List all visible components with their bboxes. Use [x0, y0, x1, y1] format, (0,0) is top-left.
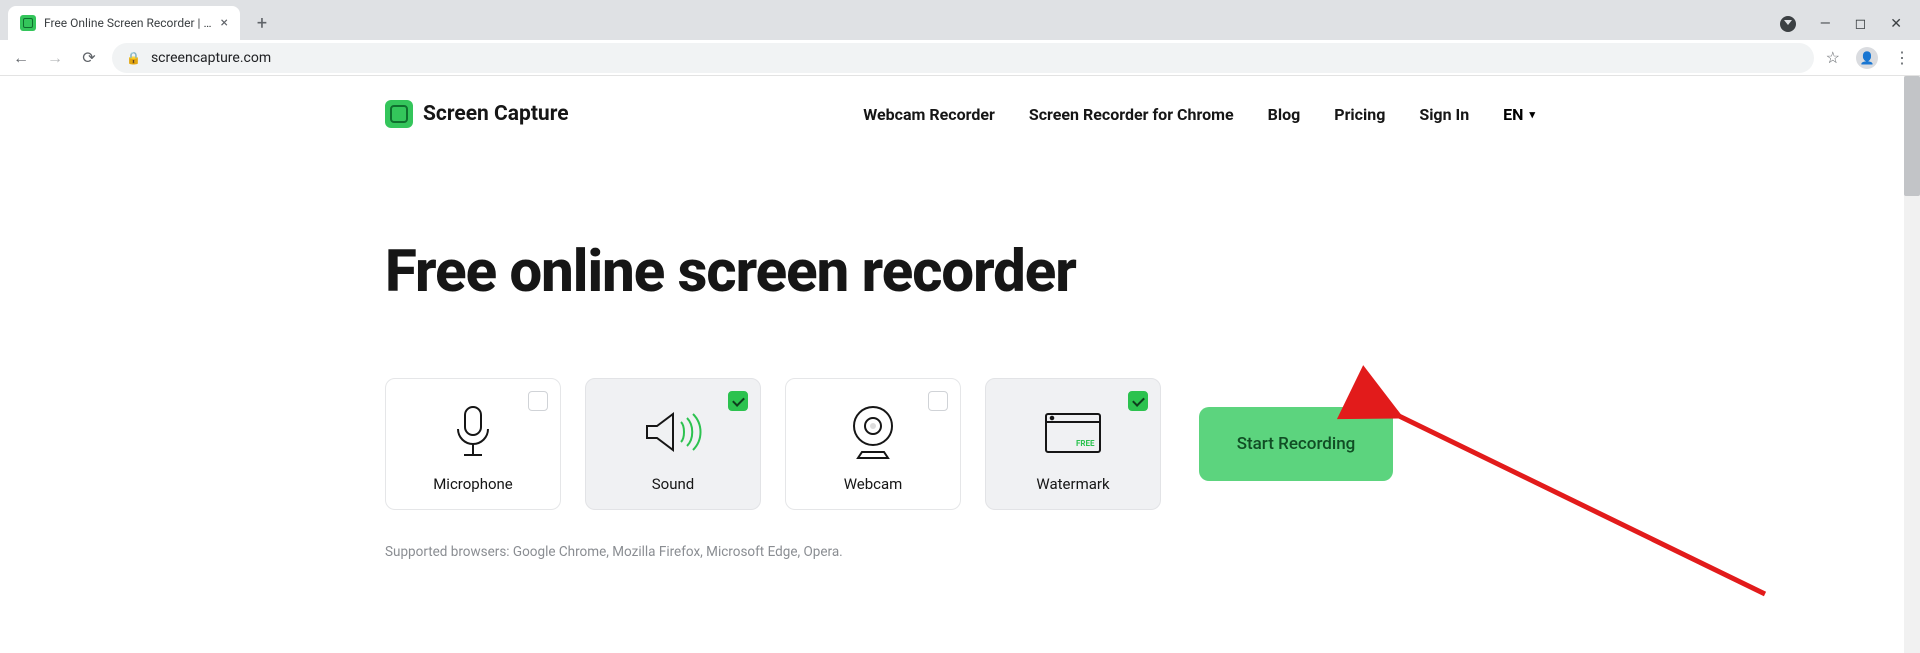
option-watermark[interactable]: FREE Watermark	[985, 378, 1161, 510]
kebab-menu-icon[interactable]: ⋮	[1894, 48, 1910, 67]
minimize-icon[interactable]: —	[1820, 16, 1831, 32]
webcam-icon	[848, 403, 898, 461]
new-tab-button[interactable]: +	[248, 9, 276, 37]
language-selector[interactable]: EN ▾	[1503, 105, 1535, 124]
site-header: Screen Capture Webcam Recorder Screen Re…	[385, 82, 1535, 146]
bookmark-star-icon[interactable]: ☆	[1826, 48, 1840, 67]
option-label: Watermark	[1036, 475, 1109, 493]
logo-icon	[385, 100, 413, 128]
option-webcam[interactable]: Webcam	[785, 378, 961, 510]
reload-icon[interactable]: ⟳	[78, 48, 100, 67]
address-bar[interactable]: 🔒 screencapture.com	[112, 43, 1814, 73]
browser-tab[interactable]: Free Online Screen Recorder | Fre ×	[8, 6, 240, 40]
option-label: Sound	[652, 475, 694, 493]
nav-chrome-recorder[interactable]: Screen Recorder for Chrome	[1029, 105, 1234, 124]
option-label: Webcam	[844, 475, 903, 493]
watermark-icon: FREE	[1044, 403, 1102, 461]
checkbox-sound[interactable]	[728, 391, 748, 411]
checkbox-microphone[interactable]	[528, 391, 548, 411]
recording-options: Microphone Sound	[385, 378, 1535, 510]
tab-title: Free Online Screen Recorder | Fre	[44, 16, 213, 30]
maximize-icon[interactable]: ◻	[1855, 16, 1867, 32]
extension-icon[interactable]	[1780, 16, 1796, 32]
browser-tab-strip: Free Online Screen Recorder | Fre × + — …	[0, 0, 1920, 40]
close-window-icon[interactable]: ✕	[1890, 16, 1902, 32]
browser-toolbar: ← → ⟳ 🔒 screencapture.com ☆ 👤 ⋮	[0, 40, 1920, 76]
svg-text:FREE: FREE	[1076, 439, 1095, 448]
back-icon[interactable]: ←	[10, 48, 32, 68]
brand-name: Screen Capture	[423, 102, 569, 126]
url-text: screencapture.com	[151, 50, 271, 66]
nav-blog[interactable]: Blog	[1268, 105, 1301, 124]
option-microphone[interactable]: Microphone	[385, 378, 561, 510]
nav-webcam-recorder[interactable]: Webcam Recorder	[863, 105, 995, 124]
page-title: Free online screen recorder	[385, 238, 1535, 306]
profile-avatar-icon[interactable]: 👤	[1856, 47, 1878, 69]
option-label: Microphone	[433, 475, 513, 493]
lock-icon: 🔒	[126, 51, 141, 65]
chevron-down-icon: ▾	[1529, 108, 1535, 121]
option-sound[interactable]: Sound	[585, 378, 761, 510]
nav-signin[interactable]: Sign In	[1419, 105, 1469, 124]
primary-nav: Webcam Recorder Screen Recorder for Chro…	[863, 105, 1535, 124]
favicon-icon	[20, 15, 36, 31]
brand-logo[interactable]: Screen Capture	[385, 100, 569, 128]
checkbox-watermark[interactable]	[1128, 391, 1148, 411]
supported-browsers-text: Supported browsers: Google Chrome, Mozil…	[385, 544, 1535, 560]
tab-close-icon[interactable]: ×	[221, 15, 228, 31]
nav-pricing[interactable]: Pricing	[1334, 105, 1385, 124]
microphone-icon	[452, 403, 494, 461]
sound-icon	[643, 403, 703, 461]
forward-icon: →	[44, 48, 66, 68]
checkbox-webcam[interactable]	[928, 391, 948, 411]
language-label: EN	[1503, 105, 1523, 124]
window-controls: — ◻ ✕	[1780, 16, 1920, 40]
start-recording-button[interactable]: Start Recording	[1199, 407, 1393, 481]
